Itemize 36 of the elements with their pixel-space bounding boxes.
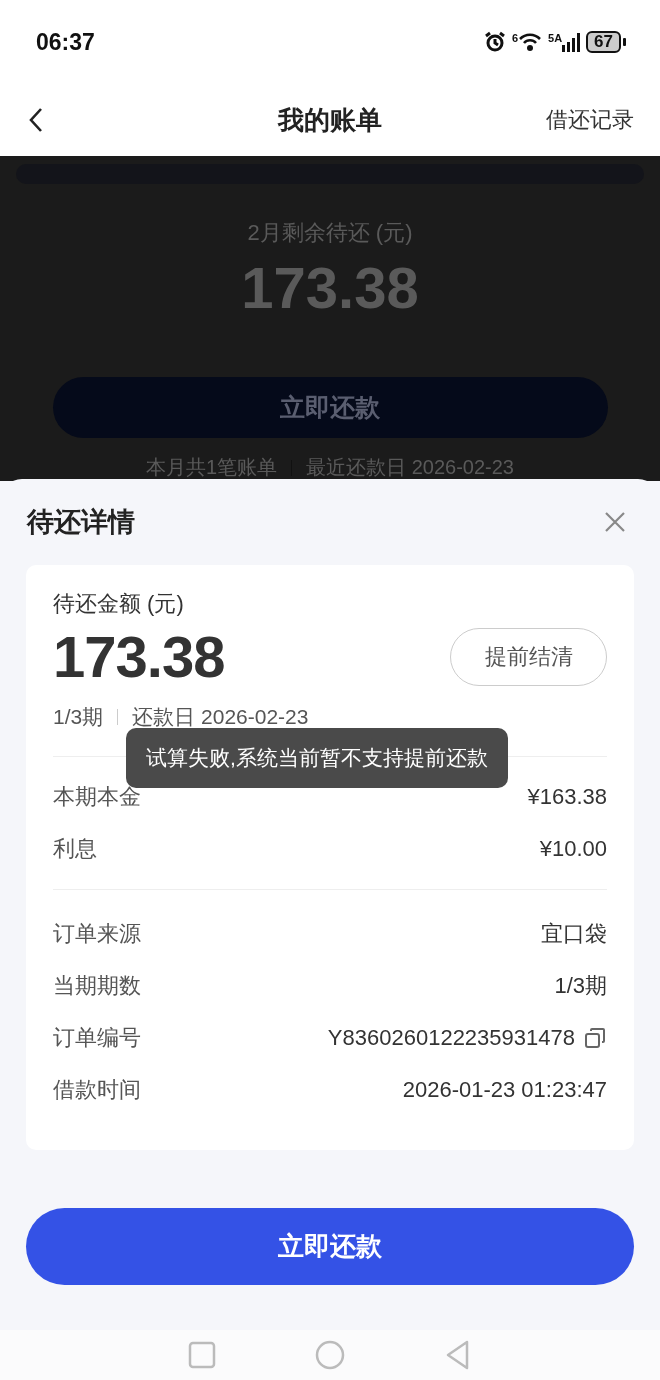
status-time: 06:37 <box>36 28 95 56</box>
row-value: 2026-01-23 01:23:47 <box>402 1077 607 1103</box>
row-value: ¥163.38 <box>527 784 607 810</box>
page-title: 我的账单 <box>278 104 382 135</box>
recents-icon[interactable] <box>186 1339 218 1371</box>
row-value: ¥10.00 <box>539 836 607 862</box>
wifi-icon <box>518 32 542 52</box>
pay-button[interactable]: 立即还款 <box>26 1208 634 1285</box>
settle-button[interactable]: 提前结清 <box>450 627 607 686</box>
home-icon[interactable] <box>314 1339 346 1371</box>
due-amount: 173.38 <box>53 623 225 690</box>
due-date: 还款日 2026-02-23 <box>132 704 309 730</box>
copy-icon[interactable] <box>583 1026 607 1050</box>
row-label: 订单来源 <box>53 920 141 948</box>
amount-label: 待还金额 (元) <box>53 590 185 618</box>
back-icon[interactable] <box>28 107 44 133</box>
remaining-label: 2月剩余待还 (元) <box>247 219 413 247</box>
sheet-title: 待还详情 <box>27 506 135 539</box>
row-label: 当期期数 <box>53 972 141 1000</box>
network-type-label: 5A <box>548 32 563 44</box>
remaining-amount: 173.38 <box>241 254 419 321</box>
bill-summary: 本月共1笔账单 <box>146 455 278 480</box>
period-text: 1/3期 <box>53 704 104 730</box>
row-value: 宜口袋 <box>541 920 607 948</box>
row-value: Y8360260122235931478 <box>327 1025 575 1051</box>
wifi-generation-label: 6 <box>511 32 518 44</box>
close-icon[interactable] <box>604 511 626 533</box>
row-label: 利息 <box>53 835 97 863</box>
row-value: 1/3期 <box>554 972 607 1000</box>
row-label: 订单编号 <box>53 1024 141 1052</box>
history-link[interactable]: 借还记录 <box>546 105 634 135</box>
alarm-icon <box>483 31 506 53</box>
signal-icon <box>562 32 581 52</box>
bill-summary: 最近还款日 2026-02-23 <box>306 455 514 480</box>
row-label: 借款时间 <box>53 1076 141 1104</box>
battery-level: 67 <box>586 31 621 53</box>
